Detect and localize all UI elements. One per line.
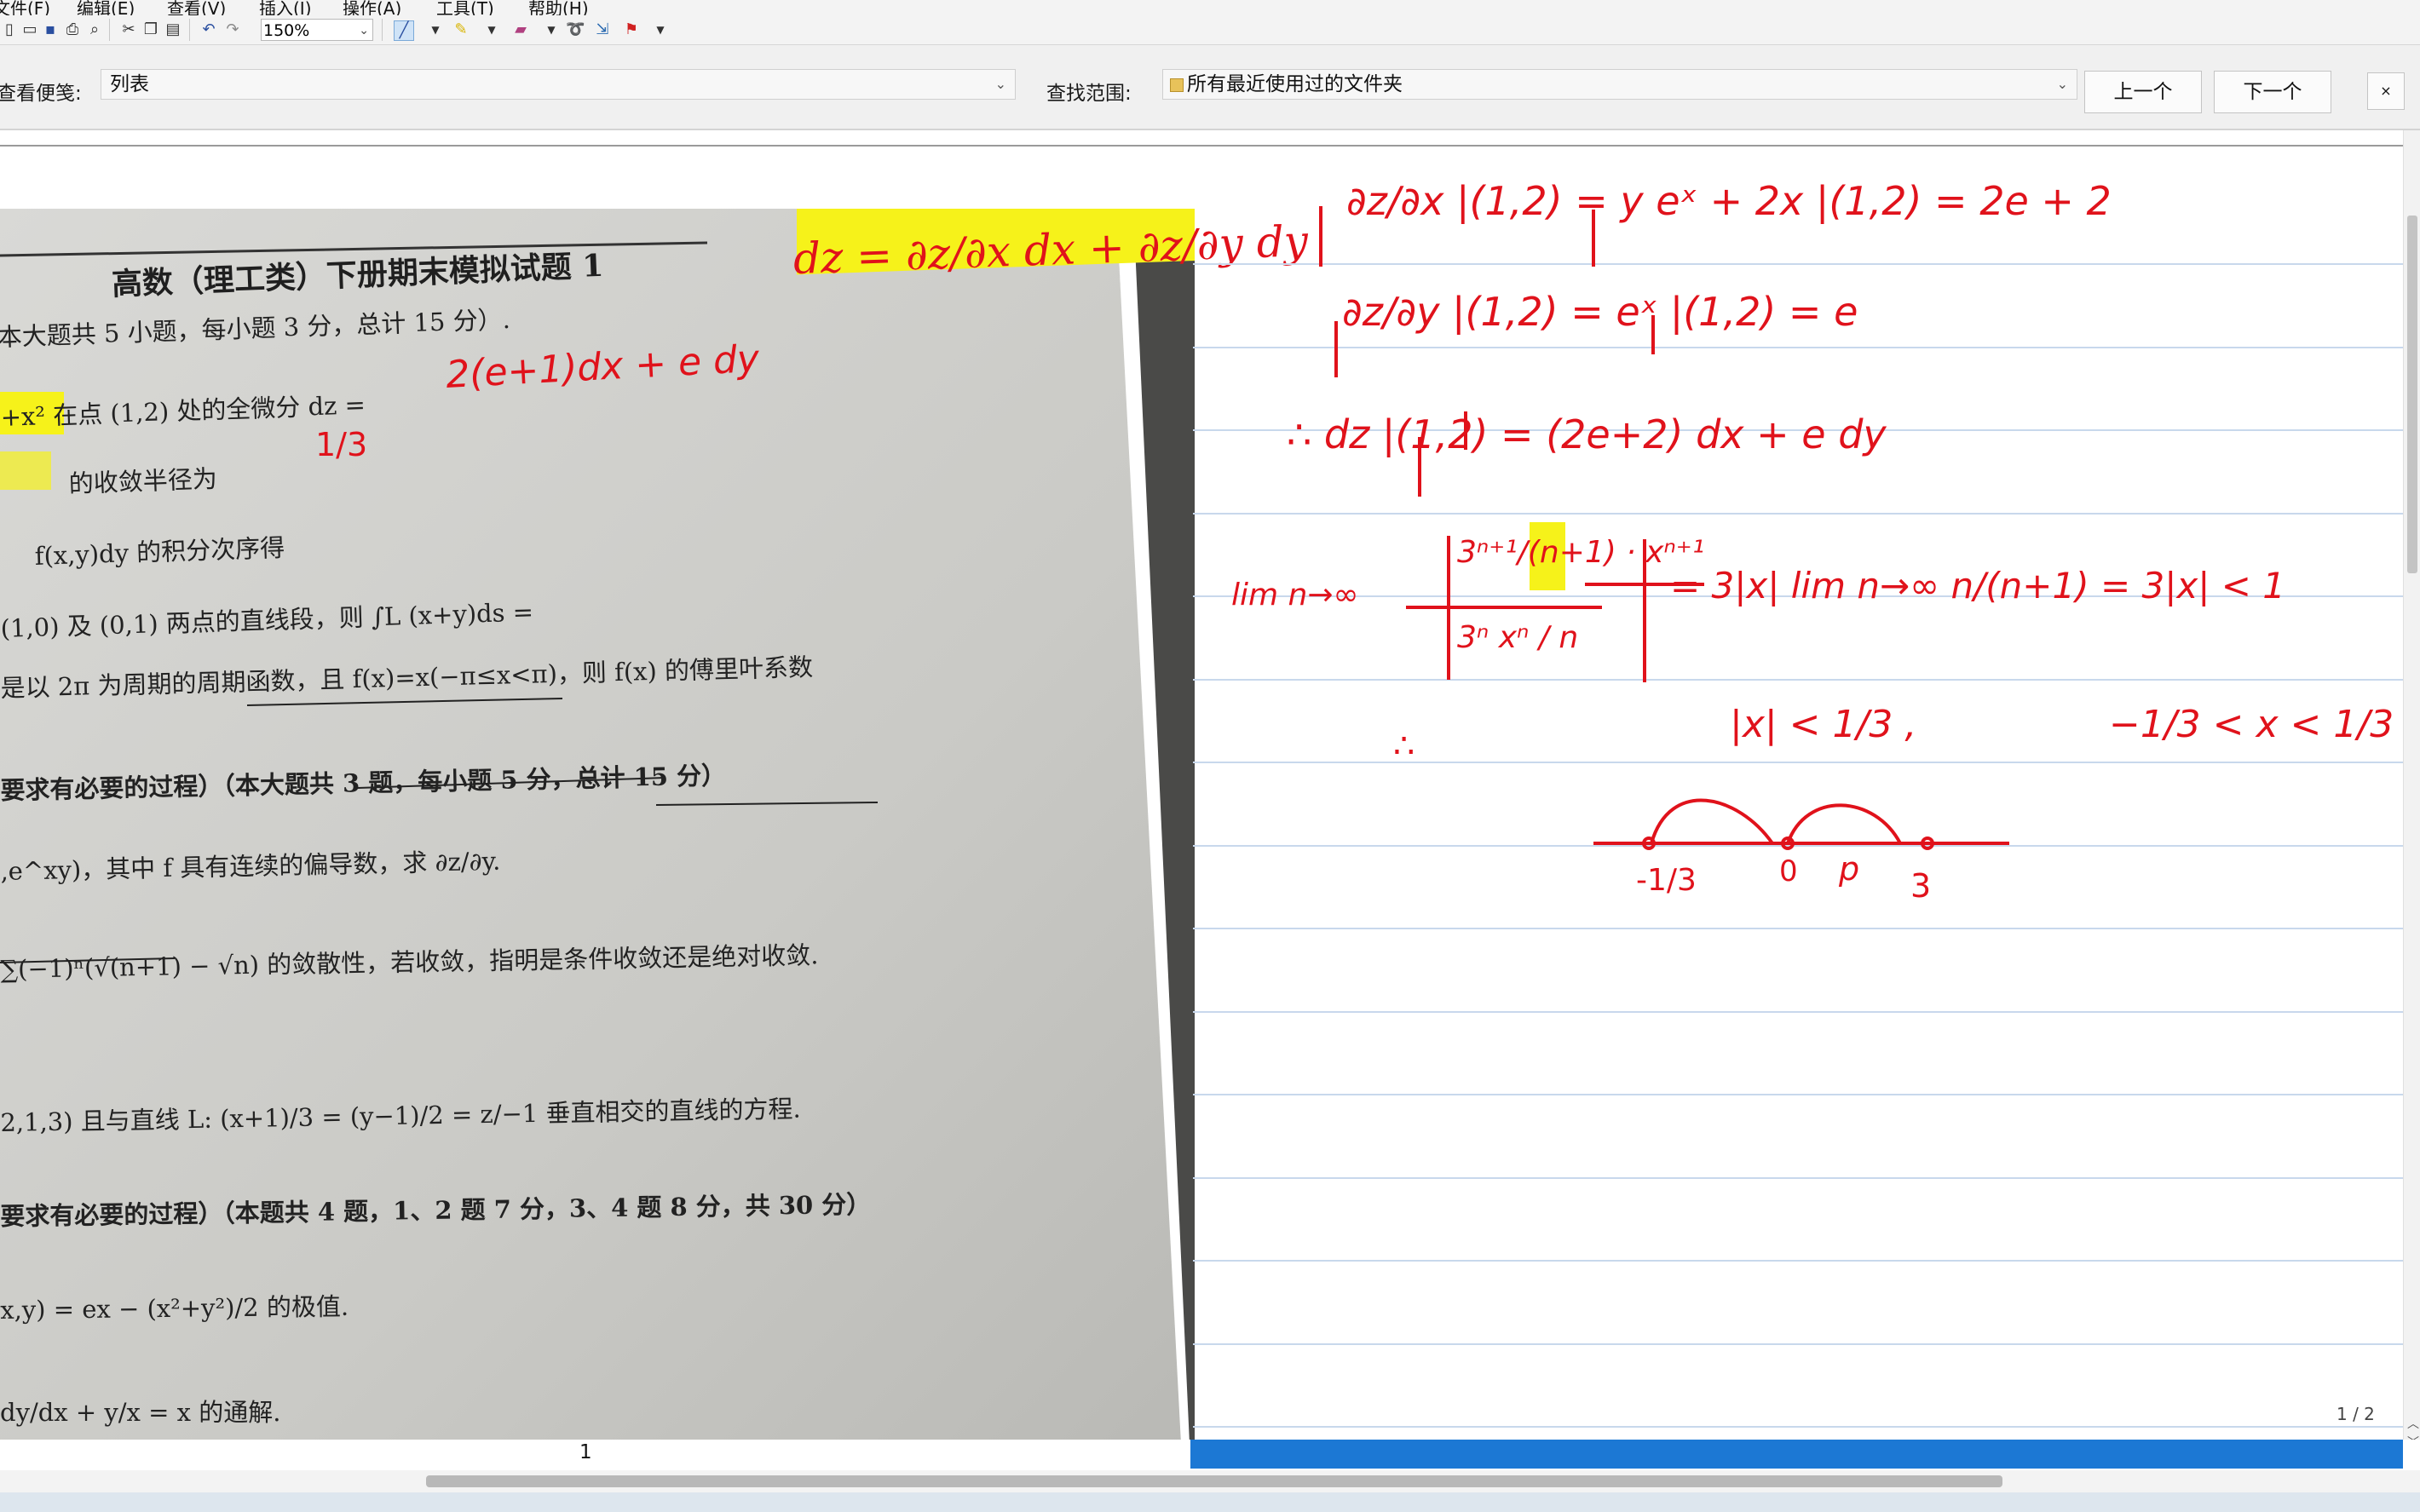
note-ratio-result: = 3|x| lim n→∞ n/(n+1) = 3|x| < 1 [1670,565,2285,607]
axis-label-p: p [1839,850,1860,888]
horizontal-scroll-thumb[interactable] [426,1475,2002,1487]
note-interval: −1/3 < x < 1/3 [2109,703,2394,746]
paste-icon[interactable]: ▤ [164,20,182,39]
insert-space-icon[interactable]: ⇲ [593,20,612,39]
vertical-scroll-thumb[interactable] [2407,216,2417,573]
search-scope-label: 查找范围: [1046,83,1132,105]
note-page: ∂z/∂x |(1,2) = y eˣ + 2x |(1,2) = 2e + 2… [1193,130,2403,1438]
chevron-down-icon: ⌄ [359,24,369,37]
note-line-3: ∴ dz |(1,2) = (2e+2) dx + e dy [1287,411,1887,457]
chevron-down-icon[interactable]: ▼ [651,20,670,39]
horizontal-scrollbar[interactable] [0,1470,2420,1492]
note-therefore: ∴ [1393,727,1415,766]
lasso-icon[interactable]: ➰ [566,20,585,39]
status-progress-bar [1190,1440,2403,1469]
axis-label-zero: 0 [1779,854,1798,888]
menu-file[interactable]: 文件(F) [0,0,50,15]
axis-label-neg-third: -1/3 [1636,863,1697,898]
question-10: dy/dx + y/x = x 的通解. [0,1398,281,1427]
pen-icon[interactable]: ╱ [394,20,414,41]
toolbar: ▯ ▭ ▪ ⎙ ⌕ ✂ ❐ ▤ ↶ ↷ 150% ⌄ ╱ ▼ ✎ ▼ ▰ ▼ ➰… [0,15,2420,45]
find-icon[interactable]: ⌕ [85,20,104,39]
note-ratio-denominator: 3ⁿ xⁿ / n [1457,620,1579,655]
question-2-answer: 1/3 [315,426,368,463]
zoom-value: 150% [263,21,310,40]
close-button[interactable]: × [2367,72,2405,110]
chevron-down-icon[interactable]: ▼ [482,20,501,39]
menu-tools[interactable]: 工具(T) [436,0,494,15]
note-line-1: ∂z/∂x |(1,2) = y eˣ + 2x |(1,2) = 2e + 2 [1346,178,2112,224]
zoom-select[interactable]: 150% ⌄ [261,19,373,41]
search-scope-select[interactable]: 所有最近使用过的文件夹 ⌄ [1162,69,2077,100]
save-icon[interactable]: ▪ [41,20,60,39]
print-icon[interactable]: ⎙ [63,20,82,39]
menu-insert[interactable]: 插入(I) [259,0,312,15]
flag-icon[interactable]: ⚑ [622,20,641,39]
chevron-up-icon[interactable]: ︿ [2407,1415,2419,1432]
view-notes-value: 列表 [110,73,149,95]
chevron-down-icon: ⌄ [994,76,1006,92]
menu-view[interactable]: 查看(V) [167,0,226,15]
folder-icon [1170,78,1184,92]
cut-icon[interactable]: ✂ [119,20,138,39]
open-icon[interactable]: ▭ [20,20,39,39]
axis-label-three: 3 [1910,867,1932,905]
chevron-down-icon: ⌄ [2056,76,2068,92]
note-line-2: ∂z/∂y |(1,2) = eˣ |(1,2) = e [1342,289,1858,335]
page-indicator: 1 / 2 [2336,1404,2375,1424]
new-icon[interactable]: ▯ [0,20,19,39]
chevron-down-icon[interactable]: ▼ [542,20,561,39]
copy-icon[interactable]: ❐ [141,20,160,39]
note-ratio-numerator: 3ⁿ⁺¹/(n+1) · xⁿ⁺¹ [1457,535,1705,570]
question-9: x,y) = ex − (x²+y²)/2 的极值. [0,1291,349,1325]
menu-bar: 文件(F) 编辑(E) 查看(V) 插入(I) 操作(A) 工具(T) 帮助(H… [0,0,2420,15]
menu-action[interactable]: 操作(A) [343,0,401,15]
highlighter-icon[interactable]: ✎ [452,20,470,39]
note-lim: lim n→∞ [1231,578,1359,612]
undo-icon[interactable]: ↶ [199,20,218,39]
page-number: 1 [579,1441,592,1463]
view-notes-label: 查看便笺: [0,83,82,105]
search-scope-value: 所有最近使用过的文件夹 [1187,73,1403,95]
next-button[interactable]: 下一个 [2214,71,2331,113]
redo-icon[interactable]: ↷ [223,20,242,39]
find-bar: 查看便笺: 列表 ⌄ 查找范围: 所有最近使用过的文件夹 ⌄ 上一个 下一个 × [0,45,2420,130]
taskbar [0,1492,2420,1512]
exam-photo: 高数（理工类）下册期末模拟试题 1 dz = ∂z/∂x dx + ∂z/∂y … [0,209,1309,1444]
view-notes-select[interactable]: 列表 ⌄ [101,69,1016,100]
note-abs-x: |x| < 1/3 , [1730,703,1917,746]
vertical-scrollbar[interactable]: ︿ ﹀ [2403,130,2420,1468]
question-2: 的收敛半径为 [68,463,218,498]
menu-edit[interactable]: 编辑(E) [77,0,135,15]
menu-help[interactable]: 帮助(H) [528,0,589,15]
chevron-down-icon[interactable]: ▼ [426,20,445,39]
previous-button[interactable]: 上一个 [2084,71,2202,113]
eraser-icon[interactable]: ▰ [511,20,530,39]
